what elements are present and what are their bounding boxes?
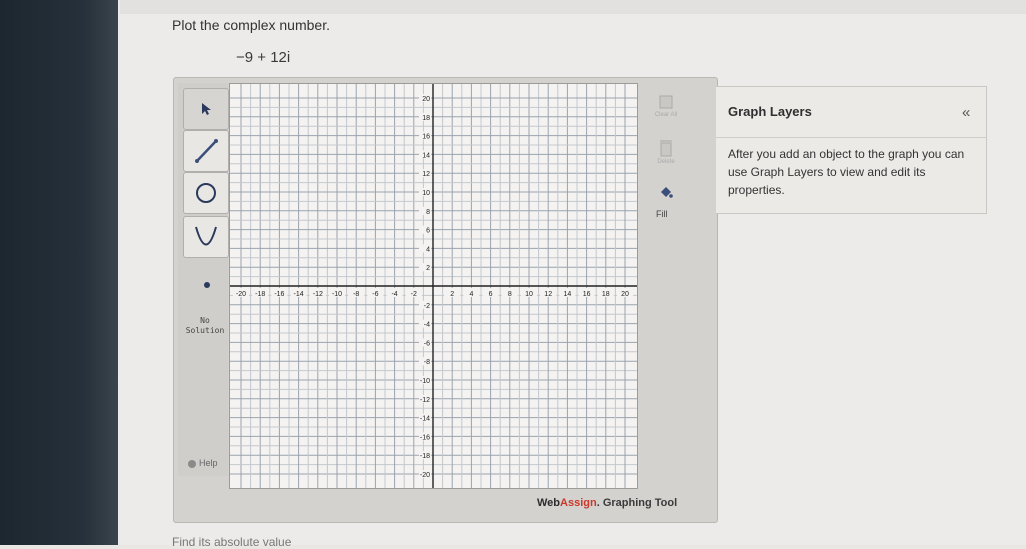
left-dark-edge <box>0 0 118 545</box>
y-tick-label: -8 <box>424 359 430 366</box>
complex-number: −9 + 12i <box>236 49 291 66</box>
y-tick-label: -14 <box>420 416 430 423</box>
no-solution-label-line1: No <box>200 316 210 325</box>
help-circle-icon <box>188 459 196 468</box>
y-tick-label: -2 <box>424 303 430 310</box>
brand-assign: Assign <box>560 497 597 509</box>
next-question-text: Find its absolute value <box>172 535 292 549</box>
coordinate-grid: -20 -18 -16 -14 -12 -10 -8 -6 -4 -2 2 4 6 8 10 12 14 16 18… <box>230 84 637 488</box>
graph-layers-panel: Graph Layers « After you add an object t… <box>716 86 987 214</box>
x-tick-label: 10 <box>525 291 533 298</box>
x-tick-label: 12 <box>544 291 552 298</box>
panel-divider <box>716 137 986 138</box>
y-tick-label: -20 <box>420 472 430 479</box>
y-tick-label: 2 <box>426 265 430 272</box>
x-tick-label: 8 <box>508 291 512 298</box>
coordinate-plane[interactable]: -20 -18 -16 -14 -12 -10 -8 -6 -4 -2 2 4 6 8 10 12 14 16 18… <box>229 83 638 489</box>
x-tick-label: 2 <box>450 291 454 298</box>
x-tick-label: -20 <box>236 291 246 298</box>
x-tick-label: -10 <box>332 291 342 298</box>
y-tick-label: 12 <box>422 171 430 178</box>
graph-layers-title: Graph Layers <box>728 104 812 119</box>
y-tick-label: 6 <box>426 228 430 235</box>
webassign-logo: WebAssign <box>537 497 597 509</box>
no-solution-label-line2: Solution <box>185 326 225 335</box>
y-tick-label: 8 <box>426 209 430 216</box>
circle-tool-button[interactable] <box>183 172 229 214</box>
y-tick-label: 18 <box>422 115 430 122</box>
y-tick-label: -12 <box>420 397 430 404</box>
graph-layers-description: After you add an object to the graph you… <box>728 147 965 197</box>
fill-label[interactable]: Fill <box>656 209 668 219</box>
clear-all-caption: Clear All <box>654 112 678 118</box>
x-tick-label: 4 <box>469 291 473 298</box>
parabola-icon <box>195 226 217 246</box>
brand-web: Web <box>537 497 561 509</box>
x-tick-label: -4 <box>391 291 397 298</box>
x-tick-label: 14 <box>564 291 572 298</box>
fill-bucket-button[interactable] <box>648 179 684 205</box>
x-tick-label: -12 <box>313 291 323 298</box>
right-tool-column: Clear All Delete Fill <box>640 83 692 403</box>
y-tick-label: -10 <box>420 378 430 385</box>
x-tick-label: -8 <box>353 291 359 298</box>
point-dot-icon <box>204 282 210 288</box>
x-tick-label: -18 <box>255 291 265 298</box>
x-tick-label: 6 <box>489 291 493 298</box>
top-band <box>120 0 1026 14</box>
line-tool-button[interactable] <box>183 130 229 172</box>
point-tool-button[interactable] <box>196 275 218 295</box>
credit-suffix: . Graphing Tool <box>596 497 678 509</box>
x-tick-label: -14 <box>294 291 304 298</box>
y-tick-label: 16 <box>422 134 430 141</box>
y-tick-label: 10 <box>422 190 430 197</box>
y-tick-label: 4 <box>426 246 430 253</box>
parabola-tool-button[interactable] <box>183 216 229 258</box>
help-link[interactable]: Help <box>188 458 218 468</box>
circle-icon <box>196 183 216 203</box>
x-tick-label: 20 <box>621 291 629 298</box>
y-tick-label: -18 <box>420 453 430 460</box>
delete-button[interactable]: Delete <box>648 135 684 169</box>
collapse-panel-button[interactable]: « <box>962 104 970 121</box>
y-tick-label: 20 <box>422 96 430 103</box>
x-tick-label: -2 <box>411 291 417 298</box>
clear-all-icon <box>659 95 673 109</box>
delete-caption: Delete <box>657 159 675 165</box>
y-tick-label: 14 <box>422 152 430 159</box>
x-tick-label: 18 <box>602 291 610 298</box>
paint-bucket-icon <box>661 187 673 198</box>
question-prompt: Plot the complex number. <box>172 17 330 33</box>
line-segment-icon <box>195 139 218 163</box>
no-solution-button[interactable]: No Solution <box>182 316 228 336</box>
pointer-tool-button[interactable] <box>183 88 229 130</box>
y-tick-label: -4 <box>424 322 430 329</box>
trash-icon <box>660 140 672 157</box>
cursor-arrow-icon <box>202 103 211 115</box>
help-label: Help <box>199 458 218 468</box>
x-tick-label: 16 <box>583 291 591 298</box>
x-tick-label: -6 <box>372 291 378 298</box>
y-tick-label: -6 <box>424 340 430 347</box>
x-tick-label: -16 <box>274 291 284 298</box>
graphing-tool-credit: WebAssign. Graphing Tool <box>537 497 677 509</box>
clear-all-button[interactable]: Clear All <box>648 89 684 123</box>
y-tick-label: -16 <box>420 434 430 441</box>
